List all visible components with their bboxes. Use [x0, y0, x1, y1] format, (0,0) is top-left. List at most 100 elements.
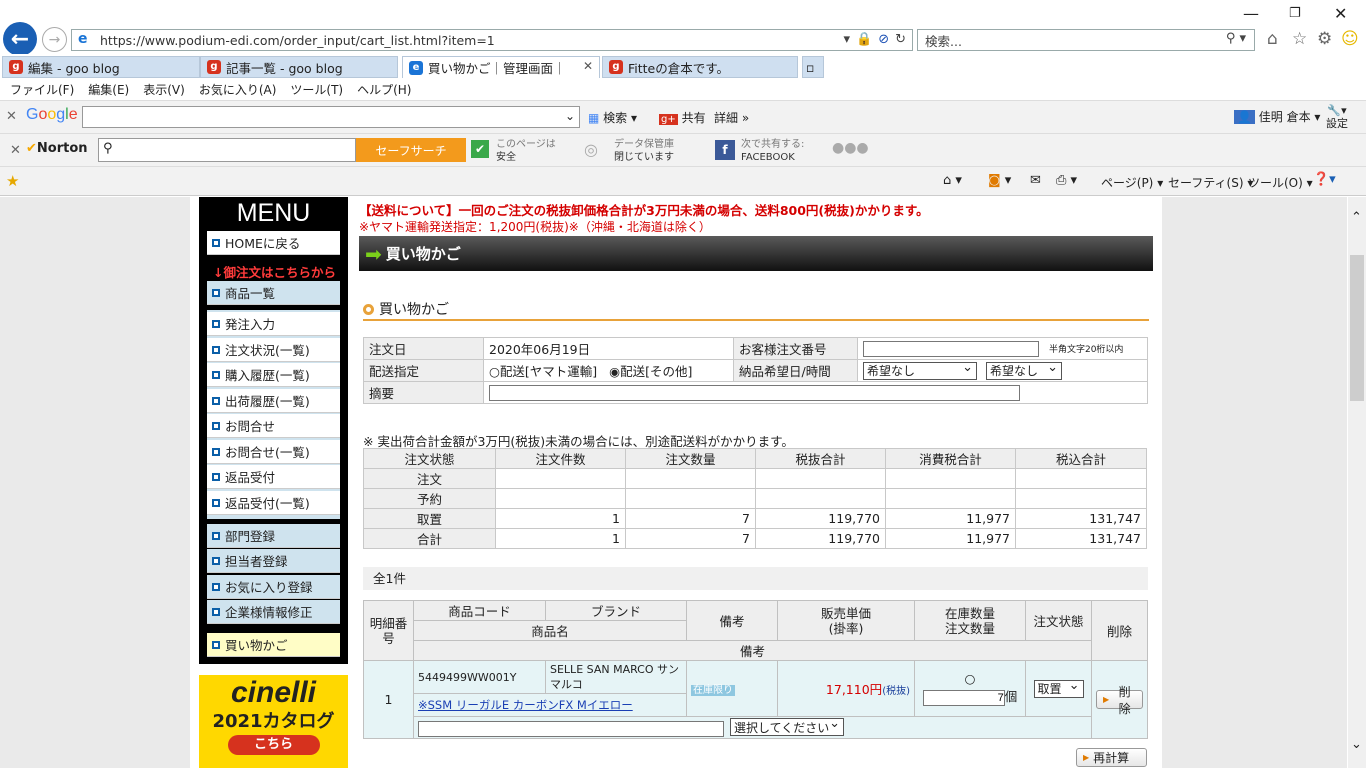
tab-goo-edit[interactable]: g 編集 - goo blog [2, 56, 200, 78]
bullet-icon [212, 607, 220, 616]
google-detail-button[interactable]: 詳細 » [714, 109, 749, 126]
help-icon[interactable]: ❓▾ [1313, 172, 1336, 187]
gear-icon[interactable]: ⚙ [1317, 29, 1332, 49]
page-status[interactable]: このページは 安全 [496, 138, 556, 164]
home-icon[interactable]: ⌂ [1267, 29, 1278, 49]
search-icon[interactable]: ⚲ ▾ [1226, 31, 1246, 46]
sidebar-item-returns[interactable]: 返品受付 [207, 465, 340, 489]
delivery-cell: ○配送[ヤマト運輸] ◉配送[その他] [483, 359, 734, 382]
settings-button[interactable]: 🔧▾ 設定 [1326, 104, 1348, 130]
minimize-icon[interactable]: — [1243, 4, 1259, 23]
facebook-icon[interactable]: f [715, 140, 735, 160]
google-search-button[interactable]: ▦ 検索 ▾ [588, 109, 637, 126]
sidebar-item-inquiry[interactable]: お問合せ [207, 414, 340, 438]
delivery-yamato-radio[interactable]: ○配送[ヤマト運輸] [489, 364, 597, 379]
forward-icon[interactable]: → [42, 27, 67, 52]
restore-icon[interactable]: ❐ [1289, 6, 1301, 21]
facebook-share[interactable]: 次で共有する: FACEBOOK [741, 138, 804, 164]
recalc-button[interactable]: ▶ 再計算 [1076, 748, 1147, 767]
menu-help[interactable]: ヘルプ(H) [357, 81, 411, 98]
cinelli-logo: cinelli [230, 676, 317, 709]
sidebar-item-label: 企業様情報修正 [225, 605, 313, 620]
menu-tools[interactable]: ツール(T) [290, 81, 343, 98]
item-note-input[interactable] [418, 720, 724, 737]
address-text[interactable]: https://www.podium-edi.com/order_input/c… [100, 33, 495, 48]
close-toolbar-icon[interactable]: ✕ [10, 143, 21, 158]
back-icon[interactable]: ← [3, 22, 37, 56]
customer-no-input[interactable] [863, 341, 1039, 357]
vertical-scrollbar[interactable]: ⌃ ⌄ [1348, 197, 1366, 768]
delete-button[interactable]: ▶ 削除 [1096, 685, 1143, 716]
cmd-tools[interactable]: ツール(O) ▾ [1248, 174, 1313, 191]
note-select[interactable]: 選択してください [729, 716, 844, 737]
qty-input[interactable] [922, 690, 1005, 706]
sidebar-item-shipping-history[interactable]: 出荷履歴(一覧) [207, 389, 340, 413]
scroll-down-icon[interactable]: ⌄ [1351, 737, 1362, 752]
tab-cart[interactable]: e 買い物かご｜管理画面｜ ✕ [402, 56, 600, 78]
scroll-thumb[interactable] [1350, 255, 1364, 401]
refresh-icon[interactable]: ↻ [895, 32, 906, 47]
scroll-up-icon[interactable]: ⌃ [1351, 210, 1362, 225]
memo-input[interactable] [489, 385, 1020, 401]
sidebar-item-products[interactable]: 商品一覧 [207, 281, 340, 305]
tab-close-icon[interactable]: ✕ [583, 59, 593, 73]
cell: 131,747 [1015, 508, 1147, 529]
favorites-add-icon[interactable]: ★ [6, 172, 19, 190]
sidebar-item-staff[interactable]: 担当者登録 [207, 549, 340, 573]
menu-view[interactable]: 表示(V) [143, 81, 185, 98]
sidebar-item-cart[interactable]: 買い物かご [207, 633, 340, 657]
mail-icon[interactable]: ✉ [1030, 173, 1041, 188]
cmd-safety[interactable]: セーフティ(S) ▾ [1168, 174, 1253, 191]
due-time-select[interactable]: 希望なし [985, 360, 1062, 380]
tab-goo-list[interactable]: g 記事一覧 - goo blog [200, 56, 398, 78]
arrow-right-icon: ➡ [365, 241, 382, 266]
sidebar-item-inquiry-list[interactable]: お問合せ(一覧) [207, 440, 340, 464]
menu-file[interactable]: ファイル(F) [10, 81, 74, 98]
norton-search-input[interactable]: ⚲ [98, 138, 356, 162]
home-icon[interactable]: ⌂ ▾ [943, 173, 962, 188]
status-select[interactable]: 取置 [1033, 678, 1084, 698]
sidebar-item-order-status[interactable]: 注文状況(一覧) [207, 338, 340, 362]
cell [885, 468, 1016, 489]
new-tab-button[interactable]: ▫ [802, 56, 824, 78]
rss-icon[interactable]: ◙ ▾ [988, 173, 1011, 188]
browser-search-input[interactable]: 検索... ⚲ ▾ [917, 29, 1255, 51]
sidebar-item-favorites[interactable]: お気に入り登録 [207, 575, 340, 599]
favorites-star-icon[interactable]: ☆ [1292, 29, 1307, 49]
more-icon[interactable]: ●●● [832, 140, 869, 156]
close-toolbar-icon[interactable]: ✕ [6, 109, 17, 124]
bullet-icon [212, 472, 220, 481]
user-account[interactable]: 👤 佳明 倉本 ▾ [1234, 108, 1320, 125]
sidebar-item-purchase-history[interactable]: 購入履歴(一覧) [207, 363, 340, 387]
cmd-page[interactable]: ページ(P) ▾ [1101, 174, 1163, 191]
sidebar-item-returns-list[interactable]: 返品受付(一覧) [207, 491, 340, 515]
bullet-icon [212, 556, 220, 565]
menu-edit[interactable]: 編集(E) [88, 81, 129, 98]
menu-favorites[interactable]: お気に入り(A) [199, 81, 277, 98]
vault-status[interactable]: データ保管庫 閉じています [614, 138, 674, 164]
safe-search-button[interactable]: セーフサーチ [356, 138, 466, 162]
sidebar-item-home[interactable]: HOMEに戻る [207, 231, 340, 255]
google-search-input[interactable]: ⌄ [82, 106, 580, 128]
google-share-button[interactable]: g+ 共有 [659, 109, 706, 126]
order-here-label: ↓御注文はこちらから [213, 265, 336, 280]
sidebar-item-company[interactable]: 企業様情報修正 [207, 600, 340, 624]
cinelli-banner[interactable]: cinelli 2021カタログ こちら [199, 675, 348, 768]
dropdown-icon[interactable]: ▾ [843, 32, 850, 47]
item-name-link[interactable]: ※SSM リーガルE カーボンFX Mイエロー [418, 698, 633, 712]
due-date-select[interactable]: 希望なし [863, 360, 977, 380]
sidebar-item-label: 買い物かご [225, 638, 288, 653]
tab-fitte[interactable]: g Fitteの倉本です。 [602, 56, 798, 78]
smiley-icon[interactable]: ☺ [1341, 29, 1359, 49]
recalc-wrap: ▶ 再計算 [1076, 748, 1147, 767]
sidebar-item-order-input[interactable]: 発注入力 [207, 312, 340, 336]
sidebar-item-dept[interactable]: 部門登録 [207, 524, 340, 548]
print-icon[interactable]: ⎙ ▾ [1056, 173, 1077, 188]
stop-icon[interactable]: ⊘ [878, 32, 889, 47]
ie-icon: e [78, 31, 88, 47]
lock-icon[interactable]: 🔒 [856, 32, 872, 47]
address-bar[interactable]: e https://www.podium-edi.com/order_input… [71, 29, 913, 51]
delivery-other-radio[interactable]: ◉配送[その他] [609, 364, 692, 379]
close-icon[interactable]: ✕ [1334, 4, 1347, 23]
date-label: 注文日 [363, 337, 484, 360]
